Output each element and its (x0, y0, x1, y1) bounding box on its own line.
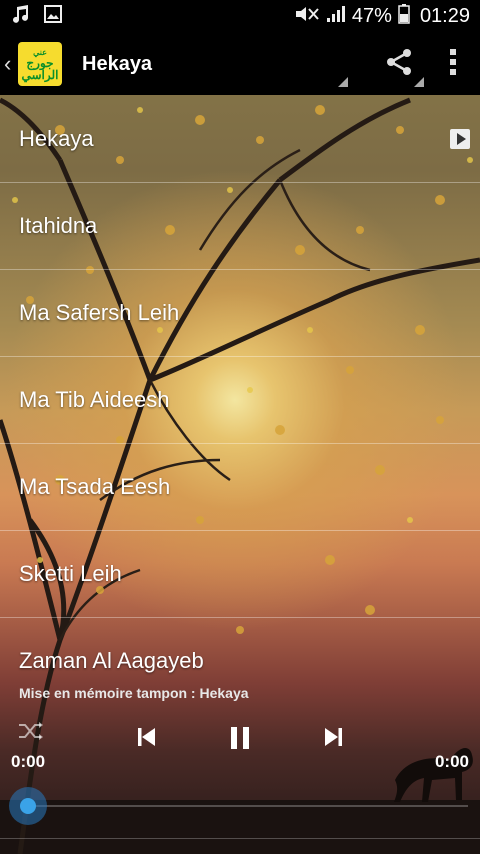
song-title: Hekaya (19, 126, 94, 151)
song-title: Ma Safersh Leih (19, 300, 180, 325)
clock: 01:29 (419, 5, 470, 27)
song-title: Sketti Leih (19, 561, 122, 586)
song-title: Itahidna (19, 213, 98, 238)
song-item[interactable]: Ma Safersh Leih (0, 270, 480, 357)
shuffle-icon[interactable] (18, 720, 44, 747)
divider (0, 838, 480, 839)
next-icon[interactable] (322, 726, 344, 753)
pause-icon[interactable] (228, 726, 252, 755)
seek-knob[interactable] (9, 787, 47, 825)
back-chevron-icon[interactable]: ‹ (0, 51, 16, 77)
logo-text: الراسي (21, 67, 59, 82)
player-controls (0, 720, 480, 760)
total-time: 0:00 (434, 752, 469, 771)
song-title: Ma Tsada Eesh (19, 474, 171, 499)
song-item[interactable]: Sketti Leih (0, 531, 480, 618)
elapsed-time: 0:00 (11, 752, 46, 771)
logo-text: جورج (26, 55, 54, 70)
overflow-menu-icon (449, 48, 457, 81)
dropdown-indicator-icon (338, 77, 348, 87)
song-title: Zaman Al Aagayeb (19, 648, 204, 673)
play-icon[interactable] (450, 129, 470, 149)
song-title: Ma Tib Aideesh (19, 387, 170, 412)
status-bar: 47% 01:29 (0, 0, 480, 33)
seek-bar[interactable] (28, 805, 468, 807)
song-item[interactable]: Itahidna (0, 183, 480, 270)
buffering-status: Mise en mémoire tampon : Hekaya (19, 685, 249, 701)
app-logo[interactable]: عني جورج الراسي (18, 42, 62, 86)
song-item[interactable]: Ma Tib Aideesh (0, 357, 480, 444)
song-item[interactable]: Ma Tsada Eesh (0, 444, 480, 531)
action-bar: ‹ عني جورج الراسي Hekaya (0, 33, 480, 95)
mute-icon (294, 5, 320, 29)
image-icon (44, 4, 62, 29)
song-item[interactable]: Hekaya (0, 96, 480, 183)
battery-percent: 47% (351, 5, 392, 27)
submenu-indicator-icon (414, 77, 424, 87)
page-title: Hekaya (82, 52, 153, 75)
share-button[interactable] (372, 33, 426, 95)
music-note-icon (12, 4, 30, 30)
song-list: Hekaya Itahidna Ma Safersh Leih Ma Tib A… (0, 96, 480, 704)
previous-icon[interactable] (136, 726, 158, 753)
signal-icon (326, 5, 346, 29)
overflow-menu-button[interactable] (426, 33, 480, 95)
title-dropdown-button[interactable] (338, 33, 350, 95)
battery-icon (398, 3, 410, 30)
share-icon (384, 47, 414, 82)
